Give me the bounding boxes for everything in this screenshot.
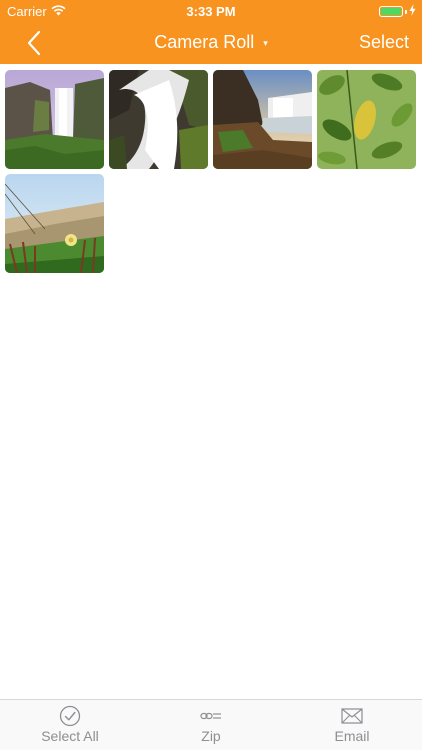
photo-thumbnail[interactable] xyxy=(5,70,104,169)
bottom-toolbar: Select All Zip Email xyxy=(0,699,422,750)
battery-indicator xyxy=(379,4,416,19)
zip-label: Zip xyxy=(201,728,221,744)
waterfall-cliff-image xyxy=(5,70,104,169)
header: Carrier 3:33 PM Camera Roll ▾ Select xyxy=(0,0,422,64)
battery-fill xyxy=(381,8,401,15)
photo-thumbnail[interactable] xyxy=(109,70,208,169)
album-title: Camera Roll xyxy=(154,32,255,52)
email-label: Email xyxy=(334,728,370,744)
nav-bar: Camera Roll ▾ Select xyxy=(0,22,422,64)
screen: Carrier 3:33 PM Camera Roll ▾ Select Sel… xyxy=(0,0,422,750)
status-bar: Carrier 3:33 PM xyxy=(0,0,422,22)
dune-flower-image xyxy=(5,174,104,273)
dropdown-caret-icon: ▾ xyxy=(263,37,268,48)
waterfall-closeup-image xyxy=(109,70,208,169)
checkmark-circle-icon xyxy=(0,705,140,727)
envelope-icon xyxy=(282,705,422,727)
battery-tip xyxy=(405,9,407,14)
zip-icon xyxy=(141,705,281,727)
email-tab[interactable]: Email xyxy=(282,700,422,750)
select-all-label: Select All xyxy=(41,728,99,744)
status-time: 3:33 PM xyxy=(186,4,236,19)
select-button[interactable]: Select xyxy=(359,32,409,53)
zip-tab[interactable]: Zip xyxy=(141,700,281,750)
photo-thumbnail[interactable] xyxy=(5,174,104,273)
charging-bolt-icon xyxy=(409,4,416,19)
green-leaves-image xyxy=(317,70,416,169)
photo-thumbnail[interactable] xyxy=(213,70,312,169)
photo-thumbnail[interactable] xyxy=(317,70,416,169)
battery-icon xyxy=(379,6,403,17)
select-all-tab[interactable]: Select All xyxy=(0,700,140,750)
waterfall-sunset-image xyxy=(213,70,312,169)
